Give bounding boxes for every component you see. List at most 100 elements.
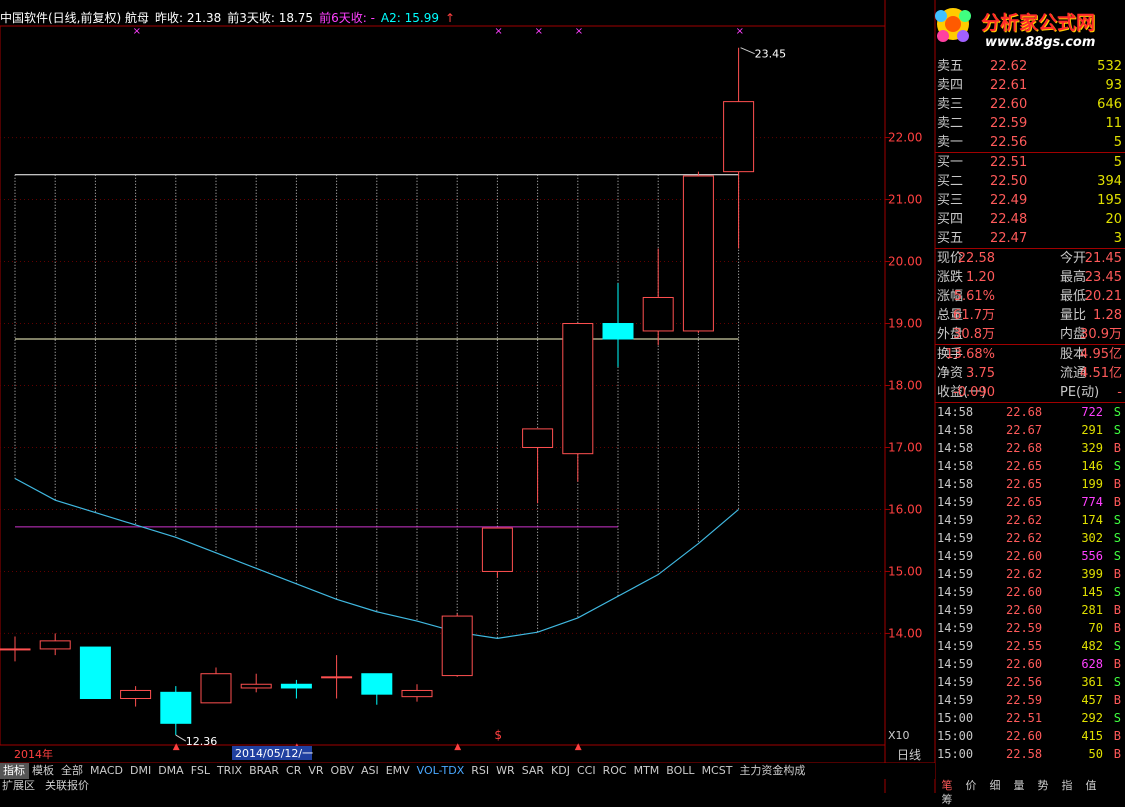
buy-level-2: 买二 22.50 394 <box>935 172 1125 191</box>
tab-emv[interactable]: EMV <box>383 763 414 779</box>
buy-arrow-icon: ▲ <box>575 742 582 752</box>
level-label: 卖二 <box>937 116 964 131</box>
stat-label: 净资 <box>937 366 964 381</box>
tab-roc[interactable]: ROC <box>600 763 631 779</box>
signal-mark: × <box>535 26 543 37</box>
stat-value: 1.20 <box>966 270 995 285</box>
tab-boll[interactable]: BOLL <box>663 763 698 779</box>
candle-body <box>361 673 393 695</box>
tab-wr[interactable]: WR <box>493 763 519 779</box>
panel-tab[interactable]: 量 <box>1007 779 1031 793</box>
stat-label: PE(动) <box>1060 385 1100 400</box>
tab-cr[interactable]: CR <box>283 763 305 779</box>
level-price: 22.62 <box>990 59 1028 74</box>
tab-macd[interactable]: MACD <box>87 763 127 779</box>
tab-全部[interactable]: 全部 <box>58 763 87 779</box>
tick-price: 22.59 <box>1006 621 1043 635</box>
tick-price: 22.62 <box>1006 531 1043 545</box>
logo-url-text: www.88gs.com <box>985 35 1096 50</box>
tab-brar[interactable]: BRAR <box>246 763 283 779</box>
tab-cci[interactable]: CCI <box>574 763 600 779</box>
level-volume: 5 <box>1113 135 1122 150</box>
buy-level-1: 买一 22.51 5 <box>935 153 1125 172</box>
level-volume: 5 <box>1113 155 1122 170</box>
level-volume: 93 <box>1105 78 1122 93</box>
tab-模板[interactable]: 模板 <box>29 763 58 779</box>
y-tick-label: 17.00 <box>888 440 922 454</box>
tab-dmi[interactable]: DMI <box>127 763 155 779</box>
candle-body <box>240 683 272 689</box>
tab-主力资金构成[interactable]: 主力资金构成 <box>736 763 809 779</box>
stat-value: 4.95亿 <box>1080 347 1122 362</box>
date-label: 2014/05/12/一 <box>235 747 313 760</box>
tick-price: 22.60 <box>1006 657 1043 671</box>
tick-side: S <box>1113 675 1121 689</box>
tick-row: 15:00 22.58 50 B <box>935 745 1125 763</box>
level-price: 22.50 <box>990 174 1028 189</box>
stat-row: 外盘 30.8万 内盘 30.9万 <box>935 325 1125 344</box>
tick-price: 22.60 <box>1006 729 1043 743</box>
panel-tab[interactable]: 笔 <box>935 779 959 793</box>
tick-side: S <box>1113 549 1121 563</box>
level-volume: 3 <box>1113 231 1122 246</box>
tick-row: 14:59 22.60 556 S <box>935 547 1125 565</box>
tick-time: 14:59 <box>937 567 974 581</box>
link-extend[interactable]: 扩展区 <box>2 779 35 792</box>
tick-time: 14:59 <box>937 675 974 689</box>
tick-row: 14:59 22.59 70 B <box>935 619 1125 637</box>
tick-time: 14:59 <box>937 693 974 707</box>
tick-time: 14:59 <box>937 603 974 617</box>
panel-tab[interactable]: 值 <box>1079 779 1103 793</box>
tick-volume: 70 <box>1088 621 1103 635</box>
tick-volume: 361 <box>1081 675 1103 689</box>
tick-list[interactable]: 14:58 22.68 722 S 14:58 22.67 291 S 14:58 22.68 32… <box>935 403 1125 763</box>
tab-指标[interactable]: 指标 <box>0 763 29 779</box>
tick-row: 15:00 22.51 292 S <box>935 709 1125 727</box>
candle-body <box>562 323 594 455</box>
stat-value: - <box>1117 385 1122 400</box>
tick-row: 14:59 22.62 399 B <box>935 565 1125 583</box>
tab-mcst[interactable]: MCST <box>699 763 737 779</box>
level-label: 卖一 <box>937 135 964 150</box>
tab-fsl[interactable]: FSL <box>188 763 214 779</box>
tick-volume: 281 <box>1081 603 1103 617</box>
panel-tab[interactable]: 价 <box>959 779 983 793</box>
tick-volume: 556 <box>1081 549 1103 563</box>
panel-tab[interactable]: 指 <box>1055 779 1079 793</box>
panel-tab[interactable]: 势 <box>1031 779 1055 793</box>
tab-trix[interactable]: TRIX <box>214 763 246 779</box>
tick-side: S <box>1113 423 1121 437</box>
tick-price: 22.59 <box>1006 693 1043 707</box>
tab-obv[interactable]: OBV <box>328 763 358 779</box>
tick-side: S <box>1113 585 1121 599</box>
tab-kdj[interactable]: KDJ <box>548 763 574 779</box>
stat-value: -0.090 <box>953 385 995 400</box>
tab-vr[interactable]: VR <box>305 763 327 779</box>
tick-time: 14:59 <box>937 549 974 563</box>
quote-panel: 卖五 22.62 532 卖四 22.61 93 卖三 22.60 646 卖二 22.59 11 卖一… <box>935 57 1125 768</box>
tab-asi[interactable]: ASI <box>358 763 383 779</box>
stat-row: 净资 3.75 流通 4.51亿 <box>935 364 1125 383</box>
tab-rsi[interactable]: RSI <box>468 763 493 779</box>
level-label: 买五 <box>937 231 964 246</box>
tab-dma[interactable]: DMA <box>155 763 188 779</box>
tab-mtm[interactable]: MTM <box>631 763 664 779</box>
level-price: 22.60 <box>990 97 1028 112</box>
tab-vol-tdx[interactable]: VOL-TDX <box>414 763 469 779</box>
link-related[interactable]: 关联报价 <box>45 779 89 792</box>
signal-mark: × <box>494 26 502 37</box>
logo-main-text: 分析家公式网 <box>981 12 1096 34</box>
stat-value: 1.28 <box>1093 308 1122 323</box>
period-label[interactable]: 日线 <box>897 746 921 763</box>
tick-time: 14:58 <box>937 441 974 455</box>
signal-mark: × <box>133 26 141 37</box>
panel-tab[interactable]: 细 <box>983 779 1007 793</box>
panel-tab[interactable]: 筹 <box>935 793 959 807</box>
tick-price: 22.60 <box>1006 585 1043 599</box>
tick-row: 14:59 22.60 628 B <box>935 655 1125 673</box>
tick-side: B <box>1113 729 1121 743</box>
tab-sar[interactable]: SAR <box>519 763 548 779</box>
tick-side: S <box>1113 405 1121 419</box>
level-volume: 11 <box>1105 116 1122 131</box>
stat-row: 收益(一) -0.090 PE(动) - <box>935 383 1125 402</box>
